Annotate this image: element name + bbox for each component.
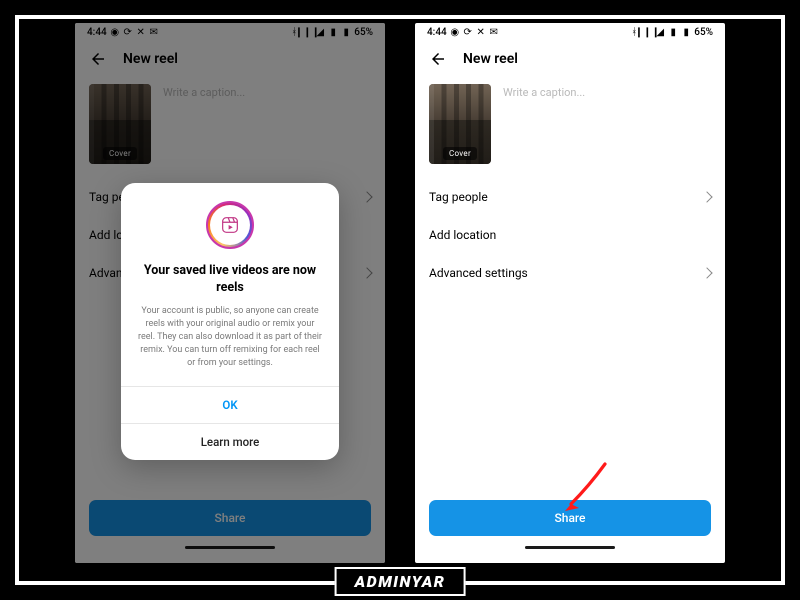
chevron-right-icon	[701, 267, 712, 278]
header: New reel	[415, 42, 725, 76]
status-time: 4:44	[427, 27, 447, 38]
reels-info-modal: Your saved live videos are now reels You…	[121, 183, 339, 460]
menu-label: Advanced settings	[429, 266, 528, 280]
wifi-icon: ◢	[655, 28, 665, 38]
menu-add-location[interactable]: Add location	[415, 216, 725, 254]
whatsapp-icon: ◉	[450, 28, 460, 38]
battery-icon: ▮	[681, 28, 691, 38]
thumb-label: Cover	[443, 147, 477, 160]
modal-learn-more-button[interactable]: Learn more	[121, 423, 339, 460]
modal-icon-ring	[206, 201, 254, 249]
reels-icon	[219, 214, 241, 236]
sync-icon: ⟳	[463, 28, 473, 38]
menu-advanced-settings[interactable]: Advanced settings	[415, 254, 725, 292]
menu-label: Add location	[429, 228, 496, 242]
cover-thumbnail[interactable]: Cover	[429, 84, 491, 164]
modal-title: Your saved live videos are now reels	[121, 263, 339, 305]
back-button[interactable]	[429, 50, 447, 68]
tutorial-frame: 4:44 ◉ ⟳ ✕ ✉ ᚼ ❙❙❙ ◢ ▮ ▮ 65% New reel	[15, 15, 785, 585]
phone-left: 4:44 ◉ ⟳ ✕ ✉ ᚼ ❙❙❙ ◢ ▮ ▮ 65% New reel	[75, 23, 385, 563]
modal-body: Your account is public, so anyone can cr…	[121, 305, 339, 386]
menu-label: Tag people	[429, 190, 488, 204]
watermark-label: ADMINYAR	[335, 567, 466, 596]
caption-input[interactable]: Write a caption...	[503, 84, 711, 164]
phone-right: 4:44 ◉ ⟳ ✕ ✉ ᚼ ❙❙❙ ◢ ▮ ▮ 65% New reel	[415, 23, 725, 563]
home-indicator	[525, 546, 615, 550]
chevron-right-icon	[701, 191, 712, 202]
page-title: New reel	[463, 51, 518, 67]
signal-icon: ▮	[668, 28, 678, 38]
status-bar: 4:44 ◉ ⟳ ✕ ✉ ᚼ ❙❙❙ ◢ ▮ ▮ 65%	[415, 23, 725, 42]
modal-ok-button[interactable]: OK	[121, 386, 339, 423]
vibrate-icon: ❙❙❙	[642, 28, 652, 38]
menu-tag-people[interactable]: Tag people	[415, 178, 725, 216]
x-icon: ✕	[476, 28, 486, 38]
arrow-left-icon	[429, 50, 447, 68]
share-button[interactable]: Share	[429, 500, 711, 536]
mail-icon: ✉	[489, 28, 499, 38]
status-battery: 65%	[694, 27, 713, 38]
